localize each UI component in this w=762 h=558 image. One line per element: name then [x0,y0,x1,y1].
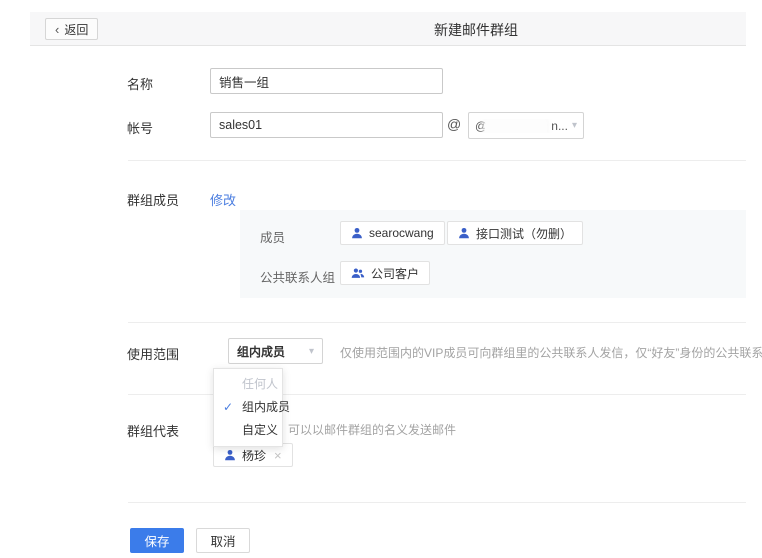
member-tag: searocwang [340,221,445,245]
chevron-left-icon: ‹ [55,23,59,36]
person-icon [458,227,470,239]
save-button[interactable]: 保存 [130,528,184,553]
section-divider [128,502,746,503]
scope-help-text: 仅使用范围内的VIP成员可向群组里的公共联系人发信，仅“好友”身份的公共联系人可… [340,344,762,361]
chevron-down-icon: ▾ [572,120,577,131]
contacts-row-label: 公共联系人组 [260,267,335,286]
account-label: 帐号 [127,118,153,137]
check-icon: ✓ [223,396,233,419]
domain-suffix: n... [551,119,568,133]
scope-dropdown-menu: 任何人 ✓组内成员 自定义 [213,368,283,447]
contact-group-tag: 公司客户 [340,261,430,285]
person-icon [224,449,236,461]
modify-link[interactable]: 修改 [210,190,236,209]
members-label: 群组成员 [127,190,179,209]
people-icon [351,267,365,279]
header-bar: ‹ 返回 新建邮件群组 [30,12,746,46]
member-tag: 接口测试（勿删） [447,221,583,245]
scope-select[interactable]: 组内成员 ▾ [228,338,323,364]
page-title: 新建邮件群组 [434,20,518,40]
name-label: 名称 [127,74,153,93]
domain-select[interactable]: @ n... ▾ [468,112,584,139]
scope-option-label: 组内成员 [242,400,290,414]
at-symbol: @ [447,116,461,132]
member-row-label: 成员 [260,227,285,246]
members-panel: 成员 searocwang 接口测试（勿删） 公共联系人组 公司客户 [240,210,746,298]
section-divider [128,322,746,323]
scope-option-anyone[interactable]: 任何人 [214,373,282,396]
representative-help-text: 可以以邮件群组的名义发送邮件 [288,421,456,438]
scope-selected-value: 组内成员 [237,343,285,360]
name-input[interactable] [210,68,443,94]
back-button[interactable]: ‹ 返回 [45,18,98,40]
domain-value: @ n... [475,119,568,133]
new-mail-group-page: ‹ 返回 新建邮件群组 名称 帐号 @ @ n... ▾ 群组成员 修改 成员 … [0,0,762,558]
chevron-down-icon: ▾ [309,346,314,357]
member-tag-label: searocwang [369,226,434,240]
cancel-button[interactable]: 取消 [196,528,250,553]
close-icon[interactable]: × [274,448,282,463]
representative-label: 群组代表 [127,421,179,440]
scope-label: 使用范围 [127,344,179,363]
section-divider [128,160,746,161]
person-icon [351,227,363,239]
representative-tag-label: 杨珍 [242,447,266,464]
scope-option-custom[interactable]: 自定义 [214,419,282,442]
member-tag-label: 接口测试（勿删） [476,225,572,242]
blur-overlay [485,119,547,133]
back-button-label: 返回 [64,21,88,38]
contact-group-tag-label: 公司客户 [371,265,419,282]
account-input[interactable] [210,112,443,138]
scope-option-group-members[interactable]: ✓组内成员 [214,396,282,419]
